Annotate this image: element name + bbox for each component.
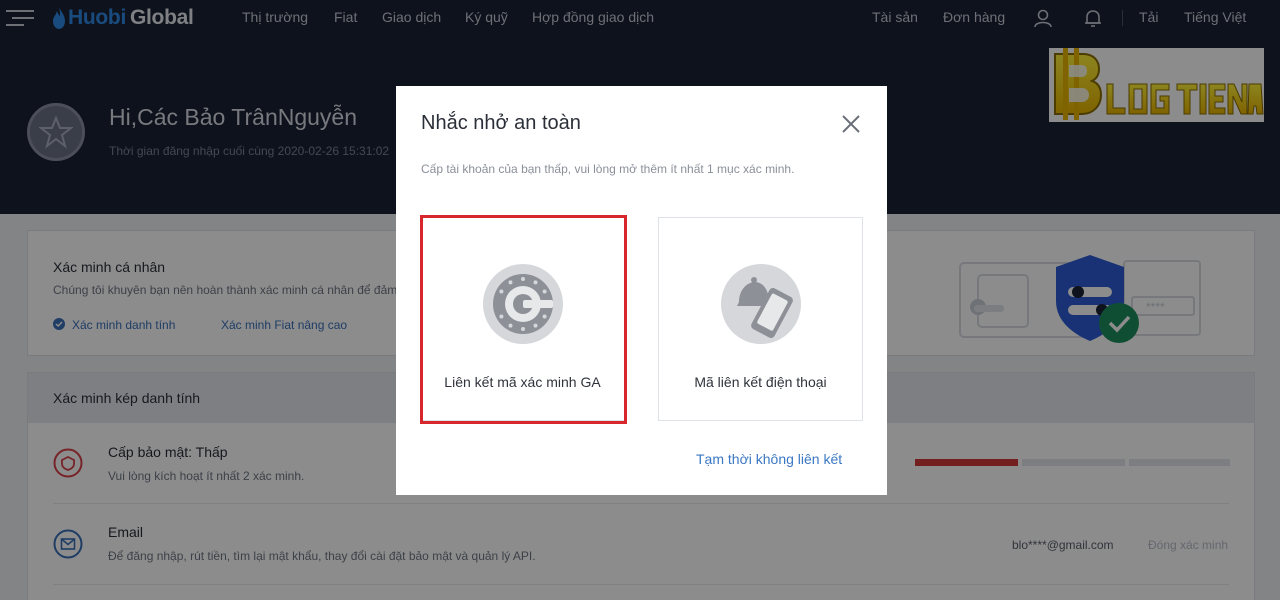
- option-link-phone-label: Mã liên kết điện thoại: [694, 374, 827, 390]
- modal-description: Cấp tài khoản của bạn thấp, vui lòng mở …: [421, 162, 795, 176]
- safety-reminder-modal: Nhắc nhở an toàn Cấp tài khoản của bạn t…: [396, 86, 887, 495]
- option-link-ga-card[interactable]: Liên kết mã xác minh GA: [420, 217, 625, 421]
- skip-link-button[interactable]: Tạm thời không liên kết: [696, 451, 842, 467]
- modal-title: Nhắc nhở an toàn: [421, 112, 581, 134]
- google-authenticator-icon: [483, 264, 563, 344]
- option-link-phone-card[interactable]: Mã liên kết điện thoại: [658, 217, 863, 421]
- option-link-ga-label: Liên kết mã xác minh GA: [444, 374, 601, 390]
- phone-bell-icon: [721, 264, 801, 344]
- close-icon[interactable]: [839, 112, 863, 136]
